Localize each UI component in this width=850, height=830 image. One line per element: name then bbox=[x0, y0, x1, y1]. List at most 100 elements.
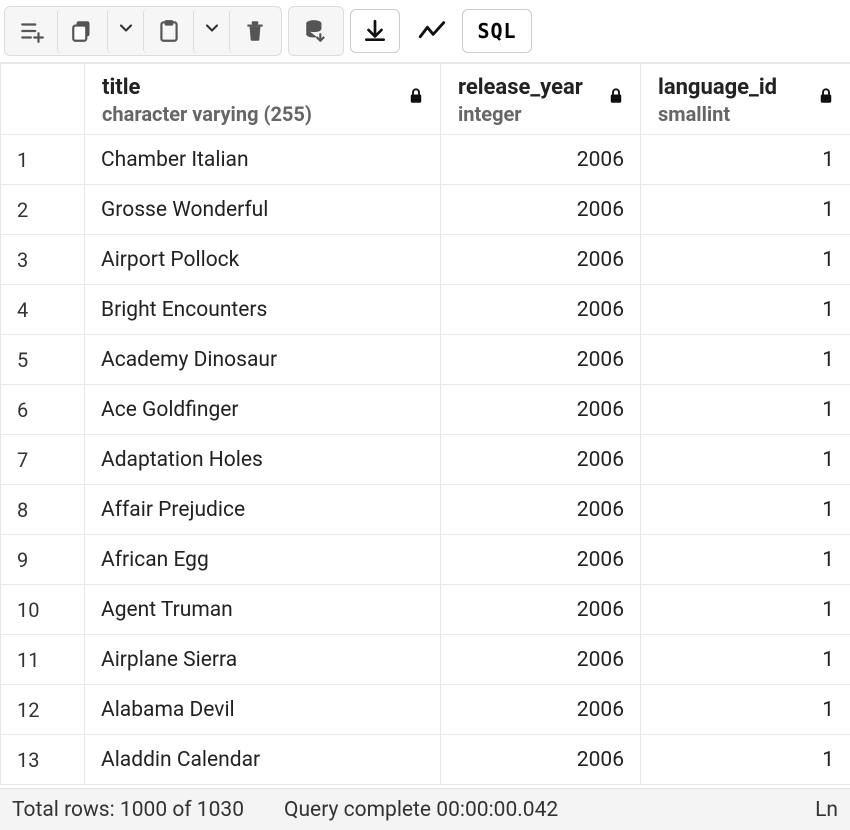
status-label: Query complete bbox=[284, 798, 436, 822]
table-row[interactable]: 6Ace Goldfinger20061 bbox=[1, 385, 850, 435]
cell-language-id[interactable]: 1 bbox=[641, 385, 850, 435]
download-icon bbox=[362, 18, 388, 44]
cell-language-id[interactable]: 1 bbox=[641, 485, 850, 535]
cell-release-year[interactable]: 2006 bbox=[441, 735, 641, 785]
cell-title[interactable]: Alabama Devil bbox=[85, 685, 441, 735]
copy-icon bbox=[70, 18, 96, 44]
cell-release-year[interactable]: 2006 bbox=[441, 585, 641, 635]
trash-icon bbox=[242, 18, 268, 44]
table-row[interactable]: 13Aladdin Calendar20061 bbox=[1, 735, 850, 785]
column-header-title[interactable]: title character varying (255) bbox=[85, 64, 441, 135]
cell-title[interactable]: Airport Pollock bbox=[85, 235, 441, 285]
header-row: title character varying (255) release_ye… bbox=[1, 64, 850, 135]
cell-release-year[interactable]: 2006 bbox=[441, 335, 641, 385]
add-rows-button[interactable] bbox=[7, 9, 57, 53]
row-number[interactable]: 6 bbox=[1, 385, 85, 435]
table-row[interactable]: 7Adaptation Holes20061 bbox=[1, 435, 850, 485]
table-row[interactable]: 11Airplane Sierra20061 bbox=[1, 635, 850, 685]
cell-release-year[interactable]: 2006 bbox=[441, 235, 641, 285]
cell-title[interactable]: Chamber Italian bbox=[85, 135, 441, 185]
cell-title[interactable]: Ace Goldfinger bbox=[85, 385, 441, 435]
table-row[interactable]: 3Airport Pollock20061 bbox=[1, 235, 850, 285]
table-row[interactable]: 2Grosse Wonderful20061 bbox=[1, 185, 850, 235]
cell-title[interactable]: Bright Encounters bbox=[85, 285, 441, 335]
cell-language-id[interactable]: 1 bbox=[641, 435, 850, 485]
status-label: Total rows: bbox=[12, 798, 120, 822]
cell-language-id[interactable]: 1 bbox=[641, 635, 850, 685]
toolbar-group-db bbox=[288, 6, 344, 56]
paste-dropdown-button[interactable] bbox=[193, 9, 229, 53]
cell-release-year[interactable]: 2006 bbox=[441, 635, 641, 685]
row-number[interactable]: 7 bbox=[1, 435, 85, 485]
cell-language-id[interactable]: 1 bbox=[641, 585, 850, 635]
cell-release-year[interactable]: 2006 bbox=[441, 385, 641, 435]
toolbar: SQL bbox=[0, 0, 850, 62]
column-name: title bbox=[102, 75, 425, 100]
cell-language-id[interactable]: 1 bbox=[641, 135, 850, 185]
row-number[interactable]: 10 bbox=[1, 585, 85, 635]
copy-dropdown-button[interactable] bbox=[107, 9, 143, 53]
row-number[interactable]: 4 bbox=[1, 285, 85, 335]
cell-release-year[interactable]: 2006 bbox=[441, 685, 641, 735]
chart-button[interactable] bbox=[406, 9, 456, 53]
corner-header[interactable] bbox=[1, 64, 85, 135]
cell-language-id[interactable]: 1 bbox=[641, 285, 850, 335]
paste-button[interactable] bbox=[143, 9, 193, 53]
toolbar-chart bbox=[406, 9, 456, 53]
table-row[interactable]: 4Bright Encounters20061 bbox=[1, 285, 850, 335]
save-data-button[interactable] bbox=[291, 9, 341, 53]
table-row[interactable]: 8Affair Prejudice20061 bbox=[1, 485, 850, 535]
cell-title[interactable]: African Egg bbox=[85, 535, 441, 585]
row-number[interactable]: 9 bbox=[1, 535, 85, 585]
row-number[interactable]: 11 bbox=[1, 635, 85, 685]
cell-title[interactable]: Affair Prejudice bbox=[85, 485, 441, 535]
cell-release-year[interactable]: 2006 bbox=[441, 535, 641, 585]
lock-icon bbox=[607, 87, 625, 109]
cell-language-id[interactable]: 1 bbox=[641, 535, 850, 585]
copy-button[interactable] bbox=[57, 9, 107, 53]
table-row[interactable]: 5Academy Dinosaur20061 bbox=[1, 335, 850, 385]
row-number[interactable]: 8 bbox=[1, 485, 85, 535]
column-header-release-year[interactable]: release_year integer bbox=[441, 64, 641, 135]
row-number[interactable]: 5 bbox=[1, 335, 85, 385]
status-value: 1000 of 1030 bbox=[120, 798, 244, 822]
download-button[interactable] bbox=[350, 9, 400, 53]
cell-release-year[interactable]: 2006 bbox=[441, 285, 641, 335]
table-row[interactable]: 10Agent Truman20061 bbox=[1, 585, 850, 635]
cell-title[interactable]: Agent Truman bbox=[85, 585, 441, 635]
status-label: Ln bbox=[815, 798, 838, 822]
chart-icon bbox=[418, 18, 444, 44]
cell-title[interactable]: Grosse Wonderful bbox=[85, 185, 441, 235]
cell-title[interactable]: Aladdin Calendar bbox=[85, 735, 441, 785]
cell-language-id[interactable]: 1 bbox=[641, 235, 850, 285]
table-row[interactable]: 9African Egg20061 bbox=[1, 535, 850, 585]
paste-icon bbox=[156, 18, 182, 44]
sql-button[interactable]: SQL bbox=[462, 9, 532, 53]
cell-language-id[interactable]: 1 bbox=[641, 185, 850, 235]
row-number[interactable]: 1 bbox=[1, 135, 85, 185]
cell-language-id[interactable]: 1 bbox=[641, 335, 850, 385]
row-number[interactable]: 3 bbox=[1, 235, 85, 285]
results-grid: title character varying (255) release_ye… bbox=[0, 62, 850, 788]
status-bar: Total rows: 1000 of 1030 Query complete … bbox=[0, 788, 850, 830]
cell-title[interactable]: Adaptation Holes bbox=[85, 435, 441, 485]
row-number[interactable]: 2 bbox=[1, 185, 85, 235]
cell-language-id[interactable]: 1 bbox=[641, 685, 850, 735]
cell-release-year[interactable]: 2006 bbox=[441, 185, 641, 235]
results-body: 1Chamber Italian200612Grosse Wonderful20… bbox=[1, 135, 850, 785]
row-number[interactable]: 12 bbox=[1, 685, 85, 735]
column-type: smallint bbox=[658, 102, 835, 126]
column-header-language-id[interactable]: language_id smallint bbox=[641, 64, 850, 135]
cell-language-id[interactable]: 1 bbox=[641, 735, 850, 785]
delete-button[interactable] bbox=[229, 9, 279, 53]
table-row[interactable]: 1Chamber Italian20061 bbox=[1, 135, 850, 185]
cell-release-year[interactable]: 2006 bbox=[441, 135, 641, 185]
cell-release-year[interactable]: 2006 bbox=[441, 435, 641, 485]
column-type: character varying (255) bbox=[102, 102, 425, 126]
cell-release-year[interactable]: 2006 bbox=[441, 485, 641, 535]
status-query-time: Query complete 00:00:00.042 bbox=[284, 798, 558, 822]
cell-title[interactable]: Academy Dinosaur bbox=[85, 335, 441, 385]
cell-title[interactable]: Airplane Sierra bbox=[85, 635, 441, 685]
table-row[interactable]: 12Alabama Devil20061 bbox=[1, 685, 850, 735]
row-number[interactable]: 13 bbox=[1, 735, 85, 785]
